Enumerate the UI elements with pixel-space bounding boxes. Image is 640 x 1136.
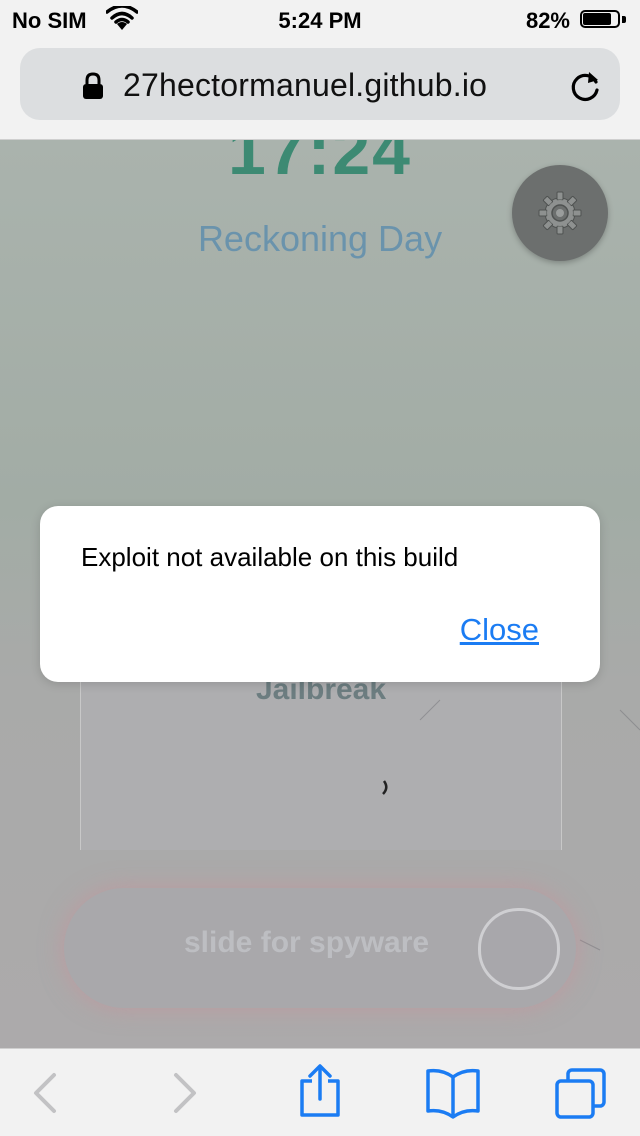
address-bar-area: 27hectormanuel.github.io	[0, 40, 640, 140]
reload-icon[interactable]	[568, 68, 604, 104]
close-button[interactable]: Close	[460, 612, 539, 648]
slider-knob[interactable]	[478, 908, 560, 990]
tabs-icon[interactable]	[554, 1067, 608, 1126]
share-icon[interactable]	[298, 1063, 342, 1124]
bottom-toolbar	[0, 1048, 640, 1136]
alert-dialog: Exploit not available on this build Clos…	[40, 506, 600, 682]
slide-to-unlock[interactable]: slide for spyware	[64, 888, 576, 1008]
screen: No SIM 5:24 PM 82% 27hectormanuel.github…	[0, 0, 640, 1136]
chevron-right-icon[interactable]	[170, 1071, 200, 1120]
url-text: 27hectormanuel.github.io	[123, 67, 488, 103]
book-icon[interactable]	[424, 1067, 482, 1124]
slider-label: slide for spyware	[184, 926, 430, 959]
status-bar: No SIM 5:24 PM 82%	[0, 0, 640, 40]
alert-message: Exploit not available on this build	[81, 542, 459, 572]
battery-percent: 82%	[525, 8, 570, 33]
address-bar[interactable]: 27hectormanuel.github.io	[20, 48, 620, 120]
battery-icon	[580, 10, 626, 30]
lock-icon	[82, 72, 104, 100]
battery-fill	[583, 13, 611, 25]
chevron-left-icon[interactable]	[30, 1071, 60, 1120]
